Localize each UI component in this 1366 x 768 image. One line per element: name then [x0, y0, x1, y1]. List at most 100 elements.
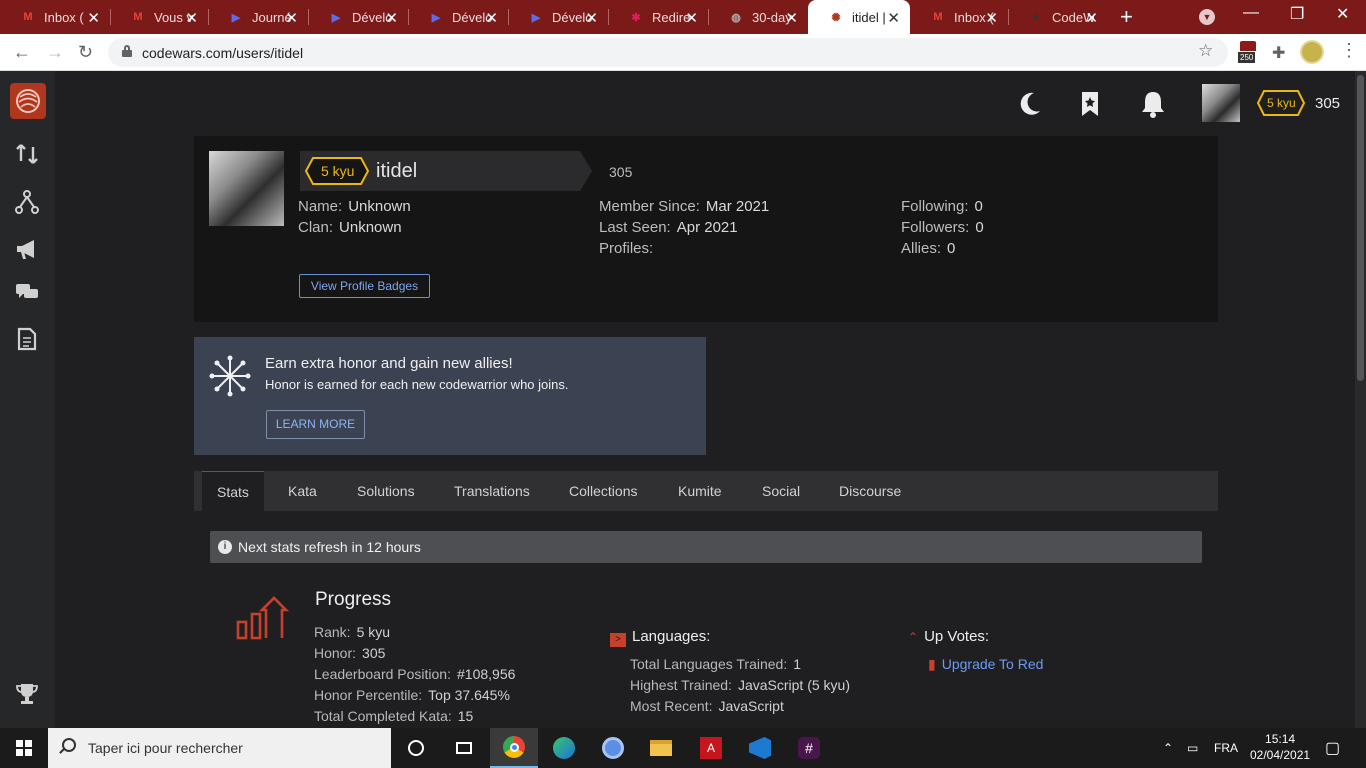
address-bar[interactable]: codewars.com/users/itidel ☆: [108, 38, 1228, 67]
clock[interactable]: 15:14 02/04/2021: [1250, 731, 1310, 763]
vscode-icon[interactable]: [736, 728, 784, 768]
restore-button[interactable]: ❐: [1290, 4, 1304, 24]
browser-tab[interactable]: ▶ Dévelo ✕: [508, 0, 608, 34]
close-tab-icon[interactable]: ✕: [685, 9, 698, 27]
close-window-button[interactable]: ✕: [1336, 4, 1349, 24]
discussion-icon[interactable]: [14, 279, 40, 305]
close-tab-icon[interactable]: ✕: [185, 9, 198, 27]
tab-collections[interactable]: Collections: [569, 471, 637, 511]
languages-heading: > Languages:: [610, 628, 710, 647]
tab-discourse[interactable]: Discourse: [839, 471, 901, 511]
profile-honor: 305: [609, 164, 633, 180]
tab-stats[interactable]: Stats: [202, 471, 264, 511]
tab-kumite[interactable]: Kumite: [678, 471, 722, 511]
practice-arrows-icon[interactable]: [14, 141, 40, 167]
megaphone-icon[interactable]: [14, 236, 40, 262]
network-icon[interactable]: ▭: [1187, 741, 1198, 755]
language-indicator[interactable]: FRA: [1214, 741, 1238, 755]
profile-allies-row[interactable]: Allies: 0: [901, 240, 955, 257]
info-icon: i: [218, 540, 232, 554]
windows-taskbar: Taper ici pour rechercher A # ⌃ ▭ FRA 15…: [0, 728, 1366, 768]
browser-tab[interactable]: M Inbox ( ✕: [910, 0, 1008, 34]
notification-center-icon[interactable]: ▢: [1325, 738, 1340, 758]
tab-search-icon[interactable]: ▼: [1199, 9, 1215, 25]
document-icon[interactable]: [14, 326, 40, 352]
profile-avatar-icon[interactable]: [1300, 40, 1324, 64]
browser-tab-bar: M Inbox ( ✕ M Vous v ✕ ▶ Journé ✕ ▶ Déve…: [0, 0, 1366, 34]
extensions-puzzle-icon[interactable]: ✚: [1272, 43, 1285, 63]
tab-solutions[interactable]: Solutions: [357, 471, 415, 511]
file-explorer-icon[interactable]: [637, 728, 685, 768]
close-tab-icon[interactable]: ✕: [285, 9, 298, 27]
trophy-icon[interactable]: [14, 681, 40, 707]
tab-kata[interactable]: Kata: [288, 471, 317, 511]
profile-following-row[interactable]: Following: 0: [901, 198, 983, 215]
page-scrollbar[interactable]: [1355, 71, 1366, 728]
close-tab-icon[interactable]: ✕: [887, 9, 900, 27]
codewars-logo-icon[interactable]: [10, 83, 46, 119]
close-tab-icon[interactable]: ✕: [585, 9, 598, 27]
url-text[interactable]: codewars.com/users/itidel: [142, 45, 303, 61]
reload-icon[interactable]: ↻: [78, 42, 93, 63]
stat-most-recent: Most Recent: JavaScript: [630, 698, 784, 714]
user-avatar[interactable]: [1202, 84, 1240, 122]
browser-tab[interactable]: M Vous v ✕: [110, 0, 208, 34]
play-icon: ▶: [331, 11, 341, 24]
bookmark-star-icon[interactable]: ☆: [1198, 41, 1213, 61]
close-tab-icon[interactable]: ✕: [385, 9, 398, 27]
profile-followers-row[interactable]: Followers: 0: [901, 219, 984, 236]
tab-social[interactable]: Social: [762, 471, 800, 511]
forward-arrow-icon[interactable]: →: [46, 42, 64, 63]
minimize-button[interactable]: —: [1243, 4, 1259, 22]
progress-title: Progress: [315, 589, 392, 610]
windows-start-icon[interactable]: [16, 740, 32, 756]
stat-highest-trained: Highest Trained: JavaScript (5 kyu): [630, 677, 850, 693]
browser-tab[interactable]: ✱ Redire ✕: [608, 0, 708, 34]
chrome-alt-taskbar-icon[interactable]: [589, 728, 637, 768]
back-arrow-icon[interactable]: ←: [13, 42, 31, 63]
stat-percentile: Honor Percentile: Top 37.645%: [314, 687, 510, 703]
new-tab-button[interactable]: +: [1120, 4, 1133, 30]
browser-tab[interactable]: M Inbox ( ✕: [0, 0, 110, 34]
bookmark-star-icon[interactable]: [1080, 89, 1100, 129]
dark-mode-moon-icon[interactable]: [1018, 89, 1042, 129]
learn-more-button[interactable]: LEARN MORE: [266, 410, 365, 439]
edge-taskbar-icon[interactable]: [540, 728, 588, 768]
chevron-up-icon[interactable]: ⌃: [1163, 741, 1173, 755]
view-profile-badges-button[interactable]: View Profile Badges: [299, 274, 430, 298]
upgrade-to-red-link[interactable]: ▮ Upgrade To Red: [928, 656, 1043, 673]
task-view-icon[interactable]: [440, 728, 488, 768]
profile-avatar: [209, 151, 284, 226]
browser-tab[interactable]: ▶ Dévelo ✕: [308, 0, 408, 34]
tab-translations[interactable]: Translations: [454, 471, 530, 511]
calendar-extension-icon[interactable]: 250: [1238, 41, 1258, 65]
upvotes-heading: ⌃ Up Votes:: [908, 628, 990, 645]
stat-completed-kata: Total Completed Kata: 15: [314, 708, 474, 724]
lock-icon: [122, 45, 132, 57]
browser-tab[interactable]: ▶ Dévelo ✕: [408, 0, 508, 34]
browser-tab[interactable]: ● CodeW ✕: [1008, 0, 1108, 34]
close-tab-icon[interactable]: ✕: [785, 9, 798, 27]
browser-tab[interactable]: ▶ Journé ✕: [208, 0, 308, 34]
cortana-icon[interactable]: [392, 728, 440, 768]
terminal-icon: >: [610, 633, 626, 647]
close-tab-icon[interactable]: ✕: [985, 9, 998, 27]
stats-panel: i Next stats refresh in 12 hours Progres…: [194, 511, 1218, 728]
taskbar-search-box[interactable]: Taper ici pour rechercher: [48, 728, 391, 768]
close-tab-icon[interactable]: ✕: [1085, 9, 1098, 27]
browser-tab[interactable]: ◍ 30-day ✕: [708, 0, 808, 34]
side-navigation: [0, 71, 55, 728]
close-tab-icon[interactable]: ✕: [485, 9, 498, 27]
header-honor: 305: [1315, 95, 1341, 112]
close-tab-icon[interactable]: ✕: [87, 9, 100, 27]
gmail-icon: M: [23, 11, 33, 23]
acrobat-icon[interactable]: A: [687, 728, 735, 768]
chrome-taskbar-icon[interactable]: [490, 728, 538, 768]
kumite-fork-icon[interactable]: [14, 189, 40, 215]
chevron-up-icon: ⌃: [908, 630, 919, 644]
browser-toolbar: ← → ↻ codewars.com/users/itidel ☆ 250 ✚ …: [0, 34, 1366, 71]
slack-taskbar-icon[interactable]: #: [785, 728, 833, 768]
more-menu-icon[interactable]: ⋮: [1340, 40, 1358, 61]
browser-tab-active[interactable]: ✺ itidel | ✕: [808, 0, 910, 34]
notifications-bell-icon[interactable]: [1141, 89, 1165, 129]
